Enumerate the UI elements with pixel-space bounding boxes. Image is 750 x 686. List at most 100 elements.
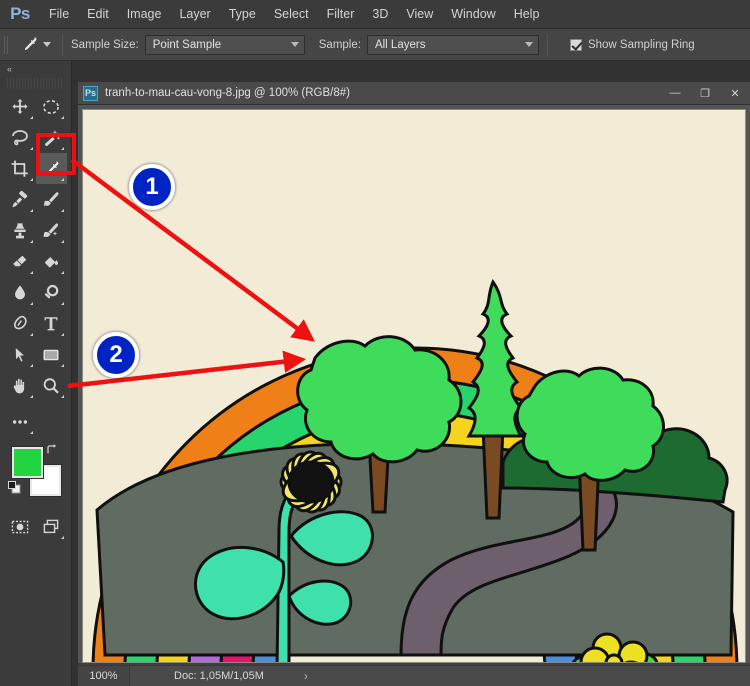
tool-crop-tool[interactable]	[4, 153, 36, 184]
menu-edit[interactable]: Edit	[78, 0, 118, 29]
tool-group-corner-icon	[29, 147, 33, 150]
path-arrow-icon	[14, 346, 26, 362]
tool-group-corner-icon	[29, 364, 33, 367]
toolbar-bottom-tools	[0, 507, 71, 546]
chevron-down-icon[interactable]	[43, 42, 51, 47]
show-sampling-ring-checkbox[interactable]: Show Sampling Ring	[569, 38, 695, 51]
tool-move-tool[interactable]	[4, 91, 36, 122]
magnifier-icon	[43, 377, 60, 394]
blur-drop-icon	[14, 284, 25, 299]
menu-view[interactable]: View	[397, 0, 442, 29]
tool-paint-bucket-tool[interactable]	[36, 246, 68, 277]
sample-select[interactable]: All Layers	[366, 34, 539, 55]
rainbow-coloring-artwork	[83, 110, 745, 662]
divider	[62, 33, 63, 56]
tool-eraser-tool[interactable]	[4, 246, 36, 277]
close-button[interactable]: ✕	[720, 82, 750, 105]
tool-eyedropper-tool[interactable]	[35, 153, 67, 184]
tool-path-selection-tool[interactable]	[4, 339, 36, 370]
sample-value: All Layers	[374, 38, 426, 51]
sample-label: Sample:	[318, 38, 361, 51]
menu-layer[interactable]: Layer	[170, 0, 219, 29]
minimize-button[interactable]: —	[660, 82, 690, 105]
tool-group-corner-icon	[29, 116, 33, 119]
photoshop-window: Ps File Edit Image Layer Type Select Fil…	[0, 0, 750, 686]
tool-group-corner-icon	[29, 209, 33, 212]
status-expand-arrow-icon[interactable]: ›	[304, 669, 308, 683]
document-title-bar[interactable]: Ps tranh-to-mau-cau-vong-8.jpg @ 100% (R…	[78, 82, 750, 105]
menu-select[interactable]: Select	[265, 0, 318, 29]
tool-screen-mode-tool[interactable]	[36, 511, 68, 542]
menu-type[interactable]: Type	[220, 0, 265, 29]
tool-zoom-tool[interactable]	[36, 370, 68, 401]
dodge-icon	[45, 284, 59, 298]
menu-window[interactable]: Window	[442, 0, 504, 29]
tool-type-tool[interactable]	[36, 308, 68, 339]
zoom-level-field[interactable]: 100%	[78, 665, 130, 686]
document-size-info: Doc: 1,05M/1,05M	[174, 670, 264, 682]
tool-group-corner-icon	[29, 240, 33, 243]
tool-grid	[0, 91, 71, 437]
maximize-button[interactable]: ❐	[690, 82, 720, 105]
document-window: Ps tranh-to-mau-cau-vong-8.jpg @ 100% (R…	[78, 82, 750, 686]
tool-rectangle-tool[interactable]	[36, 339, 68, 370]
hand-icon	[12, 377, 25, 394]
magic-wand-icon	[45, 129, 61, 146]
tool-group-corner-icon	[61, 302, 64, 305]
eyedropper-icon	[46, 160, 60, 175]
color-swatches	[0, 441, 71, 507]
active-tool-preset[interactable]	[15, 33, 54, 57]
sample-size-value: Point Sample	[152, 38, 222, 51]
sample-size-label: Sample Size:	[71, 38, 139, 51]
checkbox-checked-icon	[569, 38, 582, 51]
tool-elliptical-marquee-tool[interactable]	[36, 91, 68, 122]
tool-brush-tool[interactable]	[36, 184, 68, 215]
image-canvas[interactable]	[82, 109, 746, 663]
ellipse-marquee-icon	[43, 99, 60, 114]
tools-panel: «	[0, 61, 72, 686]
tool-edit-toolbar-tool[interactable]	[4, 406, 36, 437]
options-bar-grip[interactable]	[4, 35, 9, 54]
tool-group-corner-icon	[29, 395, 33, 398]
sample-size-select[interactable]: Point Sample	[144, 34, 305, 55]
menu-help[interactable]: Help	[505, 0, 549, 29]
paint-bucket-icon	[44, 253, 59, 268]
show-sampling-ring-label: Show Sampling Ring	[587, 38, 695, 51]
tool-clone-stamp-tool[interactable]	[4, 215, 36, 246]
tool-group-corner-icon	[61, 536, 64, 539]
document-title: tranh-to-mau-cau-vong-8.jpg @ 100% (RGB/…	[105, 87, 350, 99]
menu-3d[interactable]: 3D	[363, 0, 397, 29]
crop-icon	[11, 160, 28, 177]
canvas-area[interactable]	[78, 105, 750, 663]
collapse-panel-button[interactable]: «	[0, 61, 71, 77]
tool-quick-mask-tool[interactable]	[4, 511, 36, 542]
menu-file[interactable]: File	[40, 0, 78, 29]
type-t-icon	[44, 316, 58, 330]
menu-image[interactable]: Image	[118, 0, 171, 29]
photoshop-logo: Ps	[10, 4, 30, 23]
foreground-color-swatch[interactable]	[12, 447, 43, 478]
tool-group-corner-icon	[61, 209, 64, 212]
menu-filter[interactable]: Filter	[318, 0, 364, 29]
lasso-icon	[11, 129, 28, 145]
tool-magic-wand-tool[interactable]	[36, 122, 68, 153]
ellipsis-icon	[12, 419, 27, 424]
tool-healing-brush-tool[interactable]	[4, 184, 36, 215]
tool-blur-tool[interactable]	[4, 277, 36, 308]
options-bar: Sample Size: Point Sample Sample: All La…	[0, 29, 750, 61]
tool-group-corner-icon	[61, 240, 64, 243]
tool-hand-tool[interactable]	[4, 370, 36, 401]
tool-group-corner-icon	[61, 147, 64, 150]
panel-drag-handle[interactable]	[7, 78, 64, 89]
tool-dodge-tool[interactable]	[36, 277, 68, 308]
eraser-icon	[11, 254, 28, 267]
brush-icon	[43, 191, 59, 206]
swap-colors-icon[interactable]	[45, 443, 58, 456]
tool-group-corner-icon	[61, 271, 64, 274]
tool-pen-tool[interactable]	[4, 308, 36, 339]
tool-history-brush-tool[interactable]	[36, 215, 68, 246]
tool-group-corner-icon	[29, 178, 33, 181]
tool-lasso-tool[interactable]	[4, 122, 36, 153]
clone-stamp-icon	[14, 222, 26, 238]
default-colors-icon[interactable]	[8, 481, 21, 494]
